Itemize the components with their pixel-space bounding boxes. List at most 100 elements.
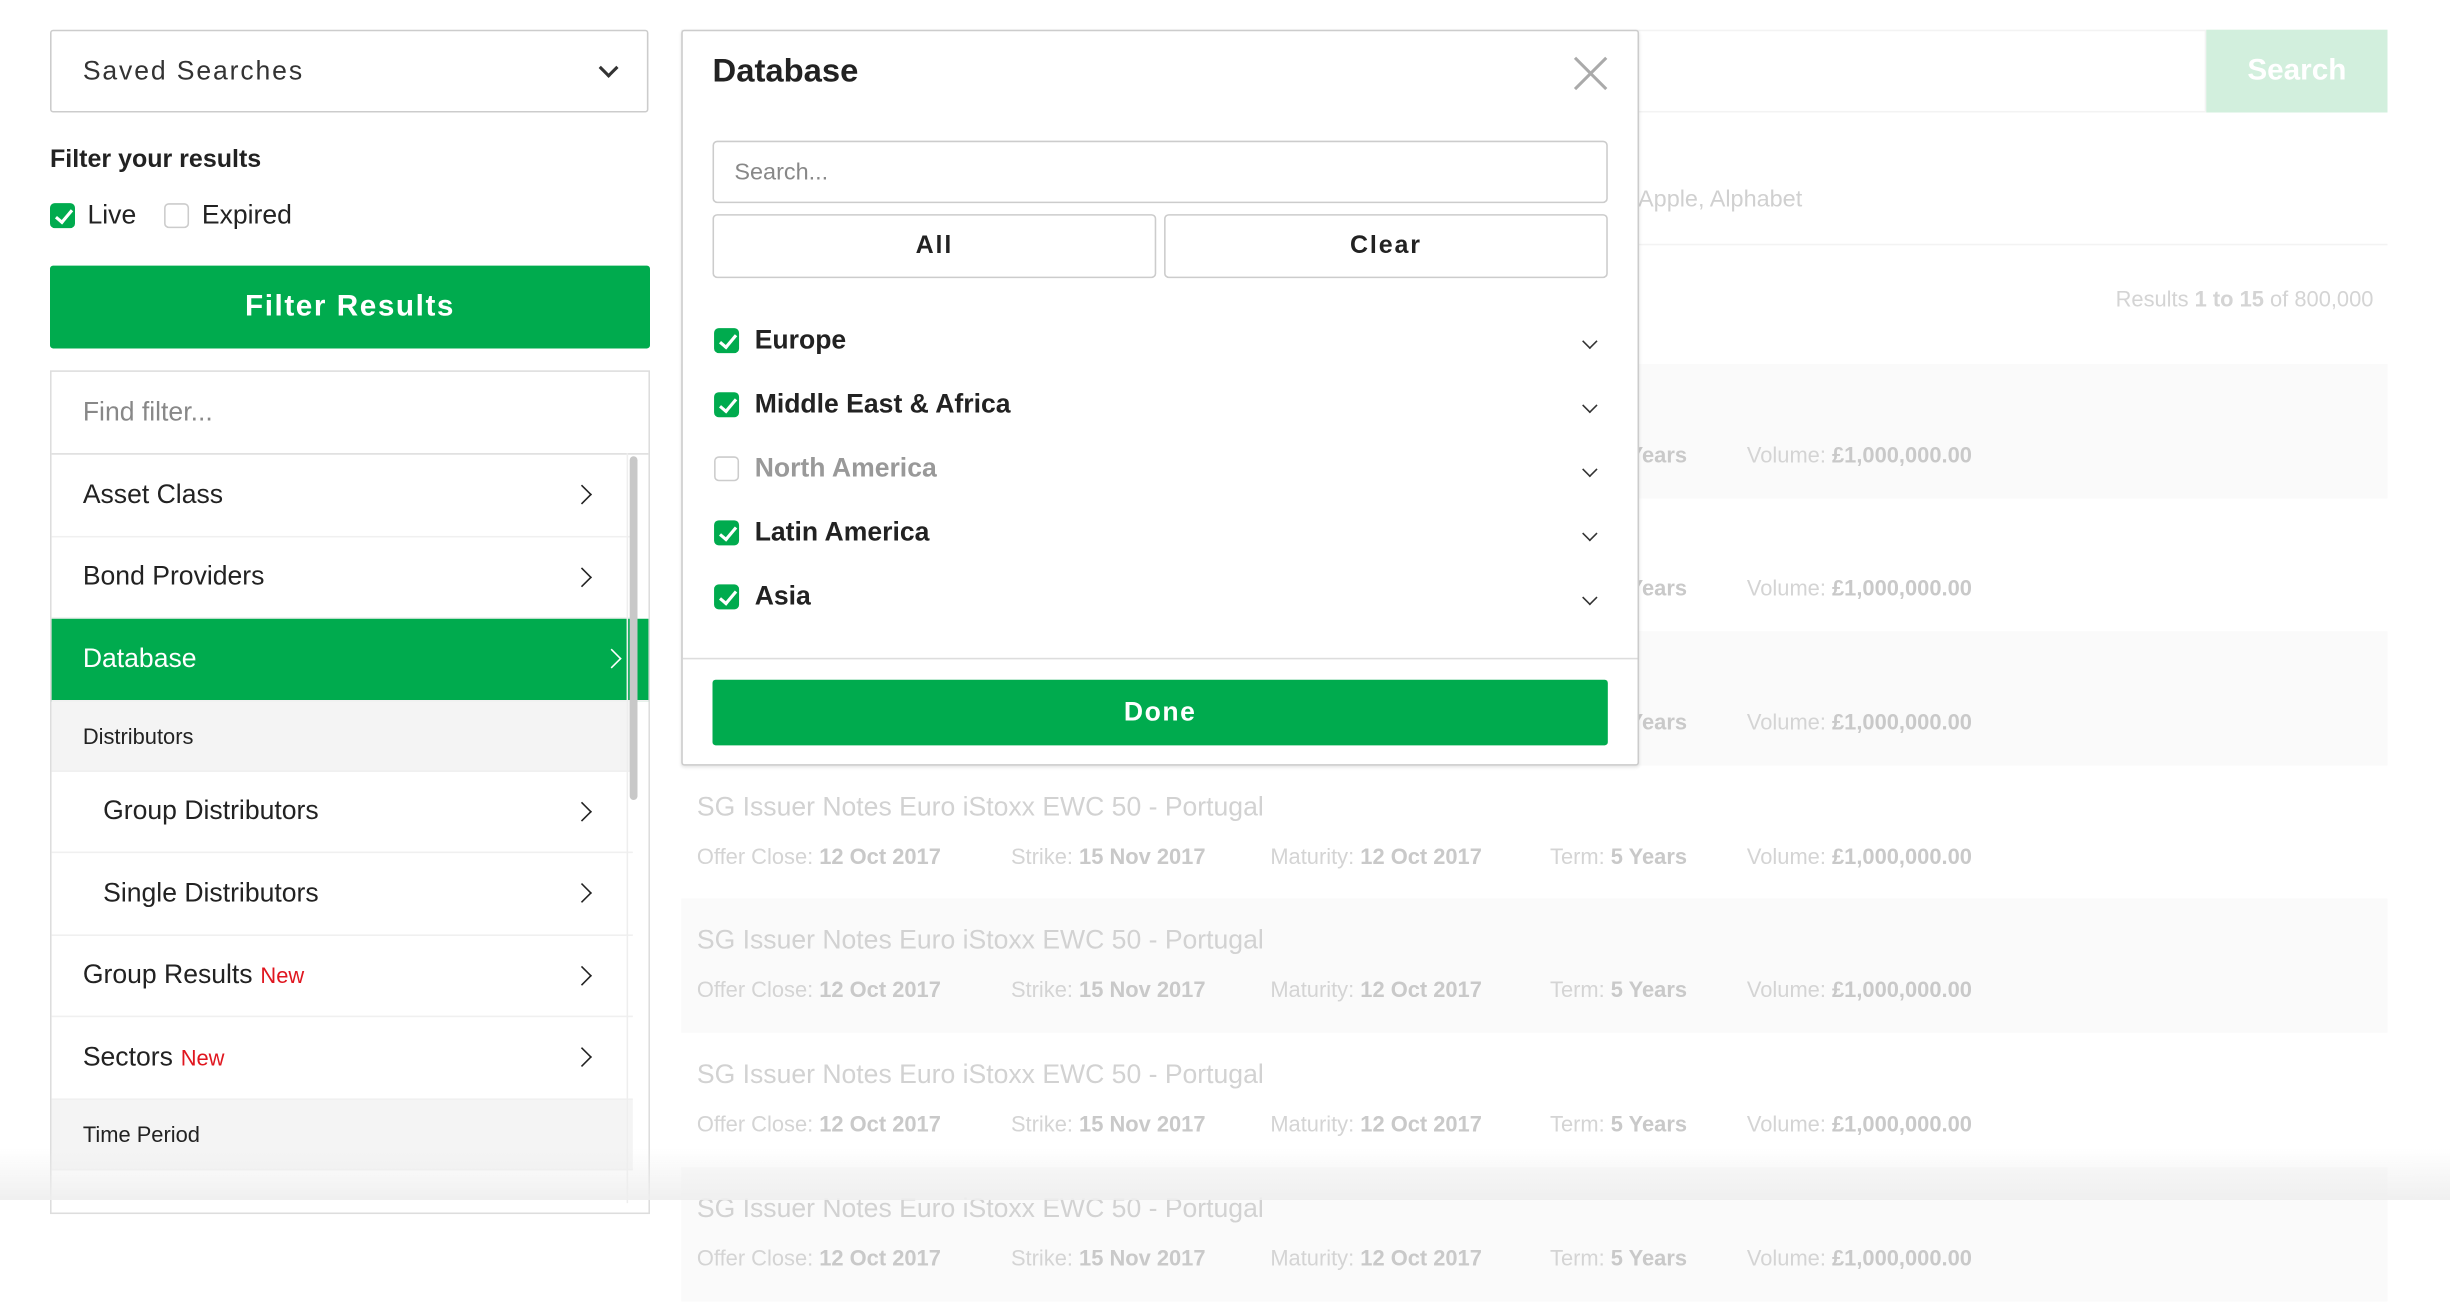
region-checkbox[interactable] [714, 584, 740, 610]
bottom-fade [0, 1148, 2450, 1200]
sidebar-item-group-distributors[interactable]: Group Distributors [51, 771, 633, 854]
chevron-down-icon[interactable] [1582, 589, 1598, 605]
scrollbar-thumb[interactable] [629, 456, 638, 800]
result-term: Term: 5 Years [1550, 1245, 1688, 1271]
select-all-button[interactable]: All [712, 214, 1157, 279]
sidebar-item-label: Asset Class [82, 479, 224, 509]
result-volume: Volume: £1,000,000.00 [1746, 575, 1972, 600]
search-hint: - Apple, Alphabet [1625, 185, 1803, 213]
modal-title: Database [712, 53, 859, 90]
result-volume: Volume: £1,000,000.00 [1746, 709, 1972, 735]
chevron-right-icon [572, 801, 592, 822]
region-option[interactable]: North America [714, 445, 1608, 492]
sidebar-item-single-distributors[interactable]: Single Distributors [51, 853, 633, 936]
search-button[interactable]: Search [2206, 29, 2388, 113]
new-badge: New [180, 1044, 225, 1070]
expired-label: Expired [201, 200, 292, 230]
region-checkbox[interactable] [714, 520, 740, 546]
divider [682, 657, 1638, 660]
live-checkbox[interactable] [50, 203, 75, 229]
region-option[interactable]: Latin America [714, 509, 1608, 556]
result-volume: Volume: £1,000,000.00 [1746, 1110, 1972, 1136]
saved-searches-label: Saved Searches [82, 55, 304, 86]
sidebar-item-label: Single Distributors [103, 877, 319, 908]
sidebar-item-database[interactable]: Database [51, 618, 649, 701]
region-option[interactable]: Asia [714, 573, 1608, 620]
result-maturity: Maturity: 12 Oct 2017 [1270, 1245, 1482, 1271]
result-strike: Strike: 15 Nov 2017 [1010, 843, 1206, 869]
clear-button[interactable]: Clear [1164, 214, 1608, 279]
divider [1637, 243, 2388, 246]
chevron-right-icon [572, 883, 592, 904]
result-term: Term: 5 Years [1550, 843, 1688, 869]
filter-heading: Filter your results [50, 146, 262, 174]
result-maturity: Maturity: 12 Oct 2017 [1270, 976, 1482, 1002]
result-title[interactable]: SG Issuer Notes Euro iStoxx EWC 50 - Por… [697, 925, 1264, 956]
results-count: Results 1 to 15 of 800,000 [2115, 285, 2374, 311]
result-offer: Offer Close: 12 Oct 2017 [696, 843, 941, 869]
result-term: Term: 5 Years [1550, 1110, 1688, 1136]
result-volume: Volume: £1,000,000.00 [1746, 976, 1972, 1002]
sidebar-item-label: Sectors [82, 1041, 173, 1072]
chevron-down-icon[interactable] [1582, 525, 1598, 541]
sidebar-item-label: Group Results [82, 959, 253, 990]
chevron-down-icon[interactable] [1582, 461, 1598, 477]
result-volume: Volume: £1,000,000.00 [1746, 1245, 1972, 1271]
sidebar-item-label: Distributors [82, 722, 194, 748]
chevron-down-icon [598, 57, 619, 78]
live-label: Live [87, 200, 137, 230]
result-row[interactable]: SG Issuer Notes Euro iStoxx EWC 50 - Por… [681, 1033, 2387, 1167]
result-title[interactable]: SG Issuer Notes Euro iStoxx EWC 50 - Por… [697, 1059, 1264, 1090]
region-option[interactable]: Middle East & Africa [714, 381, 1608, 428]
chevron-right-icon [572, 965, 592, 986]
chevron-right-icon [572, 484, 592, 505]
region-label: Europe [754, 325, 847, 355]
region-checkbox[interactable] [714, 392, 740, 418]
result-maturity: Maturity: 12 Oct 2017 [1270, 1110, 1482, 1136]
find-filter-input[interactable]: Find filter... [51, 372, 649, 455]
result-offer: Offer Close: 12 Oct 2017 [696, 1245, 941, 1271]
sidebar-item-sectors[interactable]: Sectors New [51, 1017, 633, 1100]
sidebar-item-label: Bond Providers [82, 561, 265, 592]
result-strike: Strike: 15 Nov 2017 [1010, 1110, 1206, 1136]
sidebar-item-label: Time Period [82, 1121, 200, 1147]
database-modal: Database Search... All Clear Europe Middl… [681, 29, 1640, 766]
sidebar-item-bond-providers[interactable]: Bond Providers [51, 537, 633, 619]
region-label: Middle East & Africa [754, 389, 1011, 419]
result-maturity: Maturity: 12 Oct 2017 [1270, 843, 1482, 869]
result-volume: Volume: £1,000,000.00 [1746, 442, 1972, 468]
sidebar-item-label: Database [82, 643, 197, 674]
result-title[interactable]: SG Issuer Notes Euro iStoxx EWC 50 - Por… [697, 792, 1264, 823]
region-checkbox[interactable] [714, 456, 740, 482]
region-option[interactable]: Europe [714, 317, 1608, 364]
chevron-down-icon[interactable] [1582, 396, 1598, 413]
result-term: Term: 5 Years [1550, 976, 1688, 1002]
result-strike: Strike: 15 Nov 2017 [1010, 976, 1206, 1002]
result-row[interactable]: SG Issuer Notes Euro iStoxx EWC 50 - Por… [681, 898, 2388, 1033]
region-label: North America [754, 453, 937, 483]
region-checkbox[interactable] [714, 328, 740, 354]
result-strike: Strike: 15 Nov 2017 [1010, 1245, 1206, 1271]
done-button[interactable]: Done [712, 679, 1608, 746]
result-offer: Offer Close: 12 Oct 2017 [696, 1110, 941, 1136]
sidebar-item-asset-class[interactable]: Asset Class [51, 455, 633, 537]
sidebar-item-label: Group Distributors [103, 795, 319, 826]
chevron-right-icon [572, 567, 592, 587]
sidebar-item-distributors[interactable]: Distributors [51, 700, 633, 772]
filter-panel: Find filter... Asset Class Bond Providers… [50, 370, 650, 1215]
region-label: Latin America [754, 517, 930, 547]
filter-results-button[interactable]: Filter Results [50, 265, 650, 349]
new-badge: New [260, 962, 305, 988]
result-offer: Offer Close: 12 Oct 2017 [696, 976, 941, 1002]
close-icon[interactable] [1573, 56, 1608, 91]
chevron-right-icon [601, 649, 622, 669]
region-label: Asia [754, 581, 811, 611]
result-row[interactable]: SG Issuer Notes Euro iStoxx EWC 50 - Por… [681, 766, 2387, 900]
expired-checkbox[interactable] [164, 203, 190, 229]
chevron-down-icon[interactable] [1582, 332, 1598, 349]
result-volume: Volume: £1,000,000.00 [1746, 843, 1972, 869]
saved-searches-dropdown[interactable]: Saved Searches [50, 29, 649, 113]
modal-search-input[interactable]: Search... [712, 140, 1608, 204]
sidebar-item-group-results[interactable]: Group Results New [51, 935, 633, 1018]
chevron-right-icon [572, 1047, 592, 1068]
